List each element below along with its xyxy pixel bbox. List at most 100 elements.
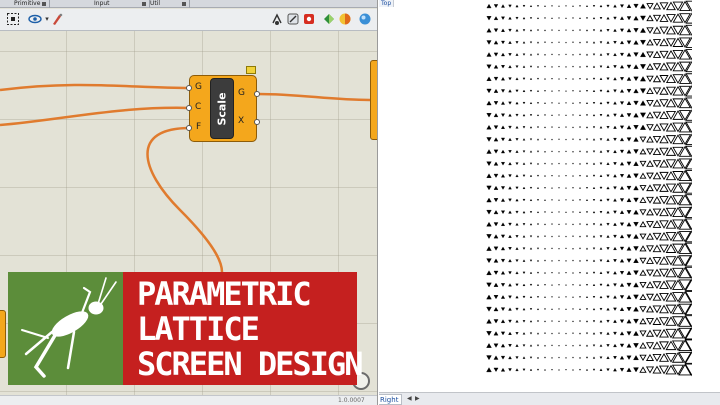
input-port-c[interactable]: C <box>195 102 201 112</box>
downstream-component[interactable] <box>370 60 378 140</box>
lattice-cell <box>537 357 539 358</box>
viewport-title[interactable]: Top <box>379 0 394 7</box>
lattice-cell <box>530 224 532 226</box>
lattice-cell <box>579 296 580 297</box>
lattice-cell <box>523 42 525 44</box>
lattice-cell <box>494 356 498 360</box>
lattice-cell <box>544 151 545 152</box>
input-pin[interactable] <box>186 105 192 111</box>
lattice-cell <box>686 146 692 156</box>
lattice-cell <box>544 187 545 188</box>
output-port-g[interactable]: G <box>238 88 245 98</box>
output-pin[interactable] <box>254 119 260 125</box>
lattice-cell <box>634 113 639 117</box>
lattice-cell <box>494 174 498 177</box>
lattice-cell <box>509 284 512 287</box>
lattice-cell <box>494 138 498 141</box>
output-port-x[interactable]: X <box>238 116 244 126</box>
lattice-cell <box>494 53 498 56</box>
lattice-cell <box>620 162 623 165</box>
lattice-cell <box>686 122 692 132</box>
lattice-cell <box>501 223 504 226</box>
lattice-cell <box>487 368 492 372</box>
lattice-cell <box>660 100 668 107</box>
lattice-cell <box>640 89 645 94</box>
lattice-cell <box>586 248 588 249</box>
input-port-g[interactable]: G <box>195 82 202 92</box>
lattice-cell <box>620 344 624 347</box>
lattice-cell <box>607 5 609 7</box>
lattice-cell <box>586 260 588 261</box>
lattice-cell <box>501 162 504 165</box>
lattice-cell <box>640 64 645 69</box>
lattice-cell <box>523 66 525 68</box>
lattice-cell <box>634 89 639 93</box>
lattice-cell <box>572 248 573 249</box>
lattice-cell <box>654 52 661 58</box>
arrow-right-icon[interactable]: ▶ <box>415 396 421 402</box>
lattice-cell <box>516 199 518 201</box>
lattice-cell <box>620 356 624 359</box>
lattice-cell <box>544 66 545 67</box>
lattice-cell <box>558 139 559 140</box>
lattice-cell <box>654 3 661 9</box>
lattice-cell <box>620 17 623 20</box>
lattice-cell <box>558 212 559 213</box>
lattice-cell <box>565 66 566 67</box>
lattice-cell <box>516 90 518 92</box>
lattice-cell <box>516 66 518 68</box>
rhino-viewport[interactable]: Top Right ◀ ▶ <box>379 0 720 405</box>
lattice-cell <box>627 198 631 202</box>
lattice-cell <box>660 112 668 119</box>
lattice-cell <box>537 78 538 79</box>
lattice-cell <box>686 158 692 168</box>
lattice-cell <box>614 187 617 190</box>
lattice-cell <box>620 271 624 274</box>
lattice-cell <box>558 236 559 237</box>
lattice-cell <box>620 295 624 298</box>
lattice-cell <box>501 102 504 105</box>
input-port-f[interactable]: F <box>196 122 201 132</box>
output-pin[interactable] <box>254 91 260 97</box>
lattice-screen-preview <box>482 0 692 385</box>
lattice-cell <box>686 255 692 266</box>
upstream-component[interactable] <box>0 310 6 358</box>
lattice-cell <box>640 331 646 336</box>
scale-component[interactable]: G C F Scale G X <box>189 75 257 142</box>
lattice-cell <box>647 185 653 190</box>
lattice-cell <box>565 187 566 188</box>
input-pin[interactable] <box>186 85 192 91</box>
lattice-cell <box>565 151 566 152</box>
lattice-cell <box>593 211 595 213</box>
lattice-cell <box>686 134 692 144</box>
lattice-cell <box>523 151 525 153</box>
lattice-cell <box>586 187 588 188</box>
lattice-cell <box>494 247 498 250</box>
lattice-cell <box>523 102 525 104</box>
lattice-cell <box>653 318 660 324</box>
lattice-cell <box>654 64 661 70</box>
lattice-cell <box>579 175 580 176</box>
lattice-cell <box>607 163 610 165</box>
lattice-cell <box>634 283 639 287</box>
viewport-tab-bar: Right ◀ ▶ <box>379 392 720 405</box>
lattice-cell <box>558 30 559 31</box>
lattice-cell <box>686 292 692 303</box>
tab-right[interactable]: Right <box>379 394 402 405</box>
arrow-left-icon[interactable]: ◀ <box>407 396 413 402</box>
lattice-cell <box>593 78 595 80</box>
lattice-cell <box>653 294 660 300</box>
lattice-cell <box>680 14 690 23</box>
lattice-cell <box>614 90 617 93</box>
lattice-cell <box>653 245 660 251</box>
lattice-cell <box>501 320 505 323</box>
lattice-cell <box>501 199 504 202</box>
lattice-cell <box>647 88 653 93</box>
lattice-cell <box>653 197 660 203</box>
lattice-cell <box>572 115 573 116</box>
lattice-cell <box>565 321 566 322</box>
input-pin[interactable] <box>186 125 192 131</box>
lattice-cell <box>593 30 595 32</box>
lattice-cell <box>487 283 492 287</box>
lattice-cell <box>572 321 573 322</box>
